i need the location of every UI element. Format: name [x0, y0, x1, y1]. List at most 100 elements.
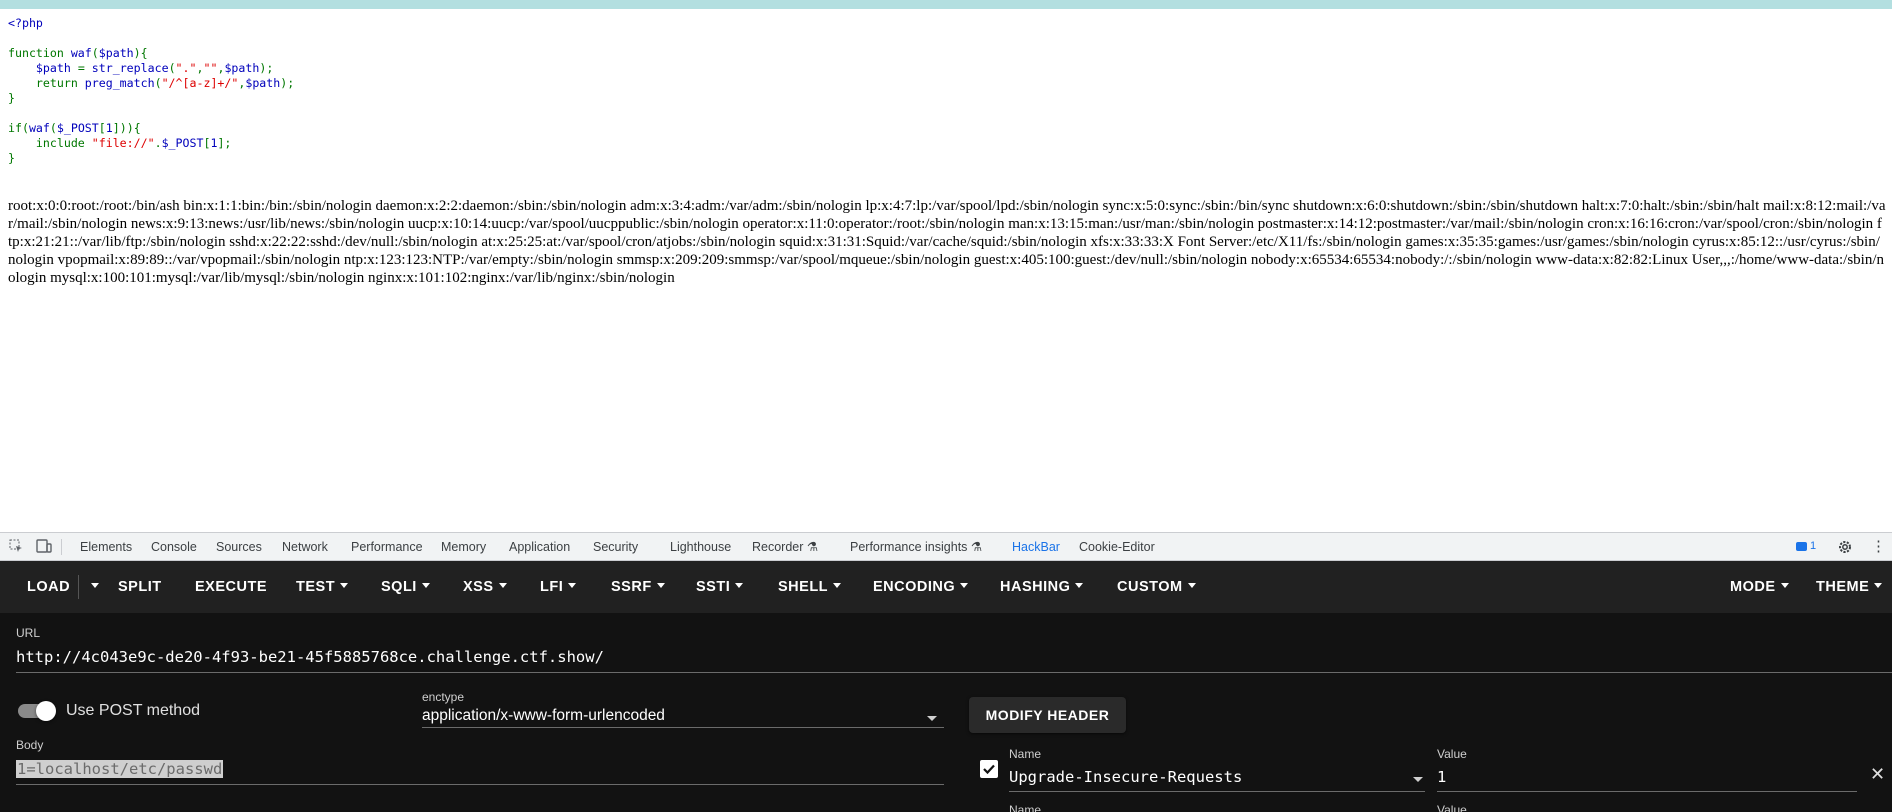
tab-recorder[interactable]: Recorder ⚗ [752, 533, 818, 562]
code-line: if(waf($_POST[1])){ [8, 121, 294, 136]
theme-menu-button[interactable]: THEME [1816, 561, 1883, 613]
code-token: $_POST [56, 121, 99, 135]
code-token: str_replace [91, 61, 169, 75]
code-token: "" [203, 61, 218, 75]
tab-cookie-editor[interactable]: Cookie-Editor [1079, 533, 1155, 562]
code-token: waf [70, 46, 92, 60]
flask-icon: ⚗ [806, 540, 819, 554]
chevron-down-icon [91, 582, 99, 588]
url-label: URL [16, 626, 41, 640]
code-line: } [8, 91, 294, 106]
code-token: ]; [217, 136, 232, 150]
toggle-knob [36, 701, 56, 721]
encoding-menu-button[interactable]: ENCODING [873, 561, 969, 613]
custom-menu-button[interactable]: CUSTOM [1117, 561, 1196, 613]
hashing-menu-label: HASHING [1000, 579, 1071, 595]
header-value-label: Value [1437, 747, 1467, 761]
tab-security[interactable]: Security [593, 533, 638, 562]
check-icon [983, 764, 995, 775]
split-button[interactable]: SPLIT [118, 561, 162, 613]
tab-hackbar[interactable]: HackBar [1006, 533, 1066, 563]
device-toolbar-icon[interactable] [36, 539, 52, 555]
header-enabled-checkbox[interactable] [980, 760, 998, 778]
load-dropdown-button[interactable] [86, 561, 99, 613]
code-token: ( [154, 76, 162, 90]
settings-gear-icon[interactable] [1837, 539, 1853, 558]
tab-application[interactable]: Application [509, 533, 570, 562]
flask-icon: ⚗ [970, 540, 983, 554]
tab-memory[interactable]: Memory [441, 533, 486, 562]
custom-menu-label: CUSTOM [1117, 579, 1183, 595]
header-value-field[interactable]: 1 [1437, 768, 1446, 786]
enctype-select[interactable]: application/x-www-form-urlencoded [422, 707, 665, 725]
body-field[interactable]: 1=localhost/etc/passwd [16, 760, 224, 778]
mode-menu-button[interactable]: MODE [1730, 561, 1789, 613]
lfi-menu-button[interactable]: LFI [540, 561, 577, 613]
passwd-output: root:x:0:0:root:/root:/bin/ash bin:x:1:1… [8, 198, 1886, 286]
page-content: <?php function waf($path){ $path = str_re… [0, 9, 1892, 532]
code-token: = [77, 61, 92, 75]
code-token: } [8, 151, 15, 165]
ssrf-menu-button[interactable]: SSRF [611, 561, 665, 613]
xss-menu-button[interactable]: XSS [463, 561, 507, 613]
code-token: $path [8, 61, 78, 75]
tab-console[interactable]: Console [151, 533, 197, 562]
message-icon [1796, 541, 1807, 551]
code-line: return preg_match("/^[a-z]+/",$path); [8, 76, 294, 91]
hashing-menu-button[interactable]: HASHING [1000, 561, 1084, 613]
shell-menu-label: SHELL [778, 579, 829, 595]
code-token: ); [280, 76, 295, 90]
ssti-menu-button[interactable]: SSTI [696, 561, 744, 613]
code-token: ( [49, 121, 57, 135]
code-token: ])){ [112, 121, 141, 135]
shell-menu-button[interactable]: SHELL [778, 561, 842, 613]
theme-menu-label: THEME [1816, 579, 1870, 595]
toolbar-divider [61, 539, 62, 555]
enctype-label: enctype [422, 690, 465, 704]
tab-performance-insights[interactable]: Performance insights ⚗ [850, 533, 982, 562]
chevron-down-icon[interactable] [1413, 777, 1423, 782]
chevron-down-icon [340, 582, 349, 588]
chevron-down-icon[interactable] [927, 716, 937, 721]
tab-network[interactable]: Network [282, 533, 328, 562]
chevron-down-icon [656, 582, 665, 588]
issues-badge[interactable]: 1 [1796, 540, 1816, 552]
code-line: } [8, 151, 294, 166]
post-method-label: Use POST method [66, 702, 200, 719]
chevron-down-icon [960, 582, 969, 588]
header-name-label: Name [1009, 747, 1042, 761]
tab-recorder-label: Recorder [752, 540, 804, 554]
issues-count: 1 [1810, 540, 1817, 552]
load-divider [78, 575, 79, 599]
test-menu-label: TEST [296, 579, 336, 595]
chevron-down-icon [1874, 582, 1883, 588]
modify-header-button[interactable]: MODIFY HEADER [969, 697, 1126, 733]
more-options-icon[interactable]: ⋮ [1871, 537, 1886, 555]
sqli-menu-button[interactable]: SQLI [381, 561, 430, 613]
tab-sources[interactable]: Sources [216, 533, 262, 562]
chevron-down-icon [1187, 582, 1196, 588]
code-line: function waf($path){ [8, 46, 294, 61]
post-method-toggle[interactable] [18, 701, 56, 721]
code-token: 1 [105, 121, 113, 135]
url-field[interactable]: http://4c043e9c-de20-4f93-be21-45f588576… [16, 648, 604, 666]
mode-menu-label: MODE [1730, 579, 1776, 595]
code-token: $path [224, 61, 260, 75]
ssrf-menu-label: SSRF [611, 579, 652, 595]
tab-lighthouse[interactable]: Lighthouse [670, 533, 731, 562]
close-icon[interactable]: ✕ [1870, 764, 1885, 785]
code-token: $path [245, 76, 281, 90]
header-name-field[interactable]: Upgrade-Insecure-Requests [1009, 768, 1242, 786]
devtools-panel: Elements Console Sources Network Perform… [0, 532, 1892, 812]
load-button[interactable]: LOAD [27, 561, 70, 613]
execute-button[interactable]: EXECUTE [195, 561, 267, 613]
test-menu-button[interactable]: TEST [296, 561, 349, 613]
chevron-down-icon [1075, 582, 1084, 588]
code-line: <?php [8, 16, 294, 31]
header-value-underline [1437, 791, 1857, 792]
code-token: return [8, 76, 85, 90]
tab-performance[interactable]: Performance [351, 533, 423, 562]
tab-elements[interactable]: Elements [80, 533, 132, 562]
inspect-element-icon[interactable] [8, 539, 24, 555]
